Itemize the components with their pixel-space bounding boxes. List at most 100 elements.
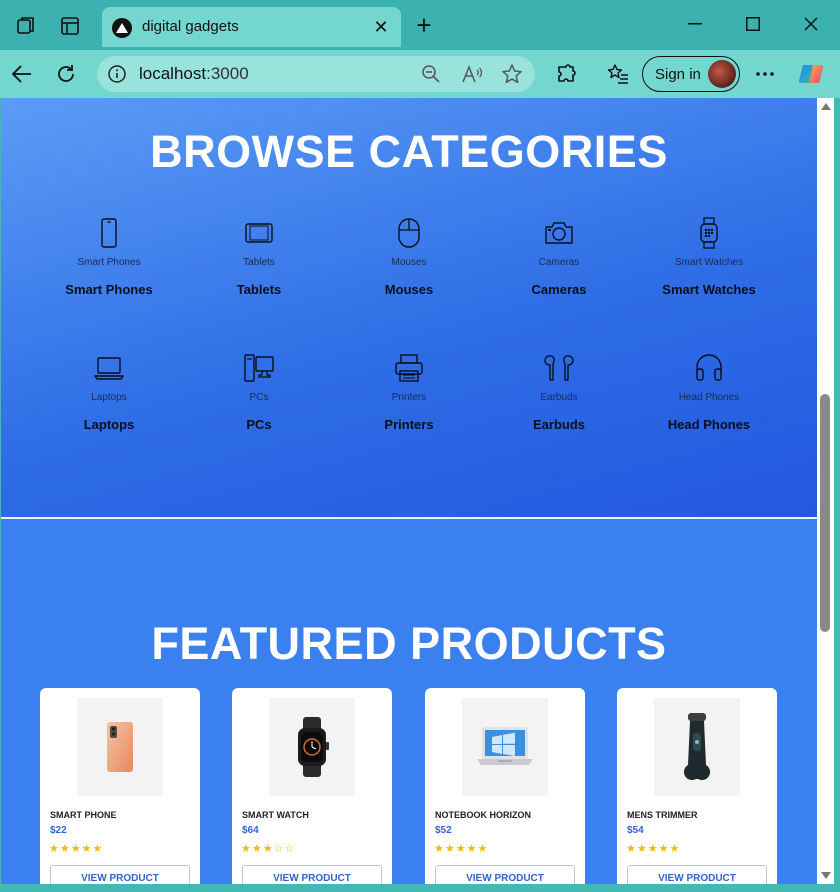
site-info-icon[interactable]: [107, 64, 127, 89]
category-label: Smart Watches: [662, 282, 756, 297]
category-cameras[interactable]: Cameras Cameras: [484, 217, 634, 297]
phone-image[interactable]: [77, 698, 163, 796]
category-label: Printers: [384, 417, 434, 432]
category-label: Laptops: [83, 417, 135, 432]
browser-toolbar: localhost:3000 Sign in: [0, 50, 840, 98]
desktop-pc-icon: [244, 354, 274, 382]
url-port: :3000: [206, 64, 249, 83]
web-page: BROWSE CATEGORIES Smart Phones Smart Pho…: [1, 98, 817, 892]
category-caption: Printers: [391, 392, 427, 403]
tab-title: digital gadgets: [142, 18, 239, 35]
extensions-icon[interactable]: [552, 60, 580, 88]
product-name: SMART WATCH: [242, 810, 309, 820]
category-earbuds[interactable]: Earbuds Earbuds: [484, 352, 634, 432]
headphones-icon: [696, 354, 722, 381]
category-label: Smart Phones: [65, 282, 153, 297]
minimize-icon[interactable]: [679, 10, 711, 38]
category-pcs[interactable]: PCs PCs: [184, 352, 334, 432]
window-frame-right: [834, 98, 840, 892]
category-printers[interactable]: Printers Printers: [334, 352, 484, 432]
camera-icon: [545, 222, 573, 244]
address-bar[interactable]: localhost:3000: [97, 56, 535, 92]
avatar: [708, 60, 736, 88]
category-label: Tablets: [236, 282, 282, 297]
category-smart-watches[interactable]: Smart Watches Smart Watches: [634, 217, 784, 297]
url-host: localhost: [139, 64, 207, 83]
favorite-star-icon[interactable]: [501, 63, 523, 85]
favorites-list-icon[interactable]: [604, 60, 632, 88]
more-menu-icon[interactable]: [751, 60, 779, 88]
category-caption: Laptops: [91, 392, 127, 403]
tablet-icon: [245, 223, 273, 243]
product-price: $22: [50, 825, 67, 836]
smartphone-icon: [101, 218, 117, 248]
close-window-icon[interactable]: [795, 10, 827, 38]
product-card[interactable]: SMART PHONE $22 ★★★★★ VIEW PRODUCT: [40, 688, 200, 892]
workspaces-icon[interactable]: [12, 12, 40, 40]
product-card[interactable]: MENS TRIMMER $54 ★★★★★ VIEW PRODUCT: [617, 688, 777, 892]
printer-icon: [395, 354, 423, 382]
tab-strip: digital gadgets ✕ +: [0, 0, 840, 50]
category-caption: Mouses: [391, 257, 427, 268]
product-card[interactable]: SMART WATCH $64 ★★★☆☆ VIEW PRODUCT: [232, 688, 392, 892]
laptop-image[interactable]: [462, 698, 548, 796]
active-tab[interactable]: digital gadgets ✕: [102, 7, 401, 47]
category-caption: Head Phones: [678, 392, 740, 403]
mouse-icon: [398, 218, 420, 248]
scroll-up-arrow-icon[interactable]: [821, 103, 831, 110]
product-name: MENS TRIMMER: [627, 810, 698, 820]
category-label: Cameras: [531, 282, 587, 297]
trimmer-image[interactable]: [654, 698, 740, 796]
scroll-down-arrow-icon[interactable]: [821, 872, 831, 879]
window-frame-bottom: [0, 884, 840, 892]
page-viewport: BROWSE CATEGORIES Smart Phones Smart Pho…: [0, 98, 840, 892]
product-price: $54: [627, 825, 644, 836]
site-favicon-icon: [112, 18, 132, 38]
sign-in-label: Sign in: [655, 66, 701, 83]
product-card[interactable]: NOTEBOOK HORIZON $52 ★★★★★ VIEW PRODUCT: [425, 688, 585, 892]
tab-actions-icon[interactable]: [56, 12, 84, 40]
laptop-icon: [94, 357, 124, 380]
sign-in-button[interactable]: Sign in: [642, 56, 740, 92]
tab-close-icon[interactable]: ✕: [371, 17, 391, 37]
product-name: SMART PHONE: [50, 810, 117, 820]
category-mouses[interactable]: Mouses Mouses: [334, 217, 484, 297]
browser-window: digital gadgets ✕ + localhost:3000 Sign …: [0, 0, 840, 892]
zoom-out-icon[interactable]: [420, 63, 442, 85]
scrollbar-thumb[interactable]: [820, 394, 830, 632]
category-caption: Earbuds: [540, 392, 578, 403]
product-rating: ★★★★★: [49, 843, 104, 855]
read-aloud-icon[interactable]: [461, 63, 483, 85]
page-scrollbar[interactable]: [817, 98, 834, 884]
product-name: NOTEBOOK HORIZON: [435, 810, 531, 820]
maximize-icon[interactable]: [737, 10, 769, 38]
product-rating: ★★★★★: [434, 843, 489, 855]
category-label: Head Phones: [667, 417, 751, 432]
category-caption: Cameras: [538, 257, 580, 268]
category-label: PCs: [246, 417, 272, 432]
product-rating: ★★★★★: [626, 843, 681, 855]
copilot-icon[interactable]: [797, 60, 825, 88]
refresh-icon[interactable]: [52, 60, 80, 88]
category-caption: Smart Phones: [77, 257, 141, 268]
category-smart-phones[interactable]: Smart Phones Smart Phones: [34, 217, 184, 297]
category-label: Mouses: [384, 282, 434, 297]
category-tablets[interactable]: Tablets Tablets: [184, 217, 334, 297]
category-label: Earbuds: [532, 417, 585, 432]
product-price: $64: [242, 825, 259, 836]
category-caption: Tablets: [243, 257, 275, 268]
watch-image[interactable]: [269, 698, 355, 796]
category-laptops[interactable]: Laptops Laptops: [34, 352, 184, 432]
back-icon[interactable]: [8, 60, 36, 88]
categories-section: BROWSE CATEGORIES Smart Phones Smart Pho…: [1, 98, 817, 517]
product-rating: ★★★☆☆: [241, 843, 296, 855]
categories-heading: BROWSE CATEGORIES: [150, 126, 668, 177]
category-head-phones[interactable]: Head Phones Head Phones: [634, 352, 784, 432]
smartwatch-icon: [700, 217, 718, 249]
featured-heading: FEATURED PRODUCTS: [151, 618, 667, 669]
new-tab-icon[interactable]: +: [410, 12, 438, 40]
category-caption: PCs: [249, 392, 269, 403]
category-caption: Smart Watches: [675, 257, 743, 268]
address-url: localhost:3000: [139, 64, 249, 84]
earbuds-icon: [544, 355, 574, 381]
